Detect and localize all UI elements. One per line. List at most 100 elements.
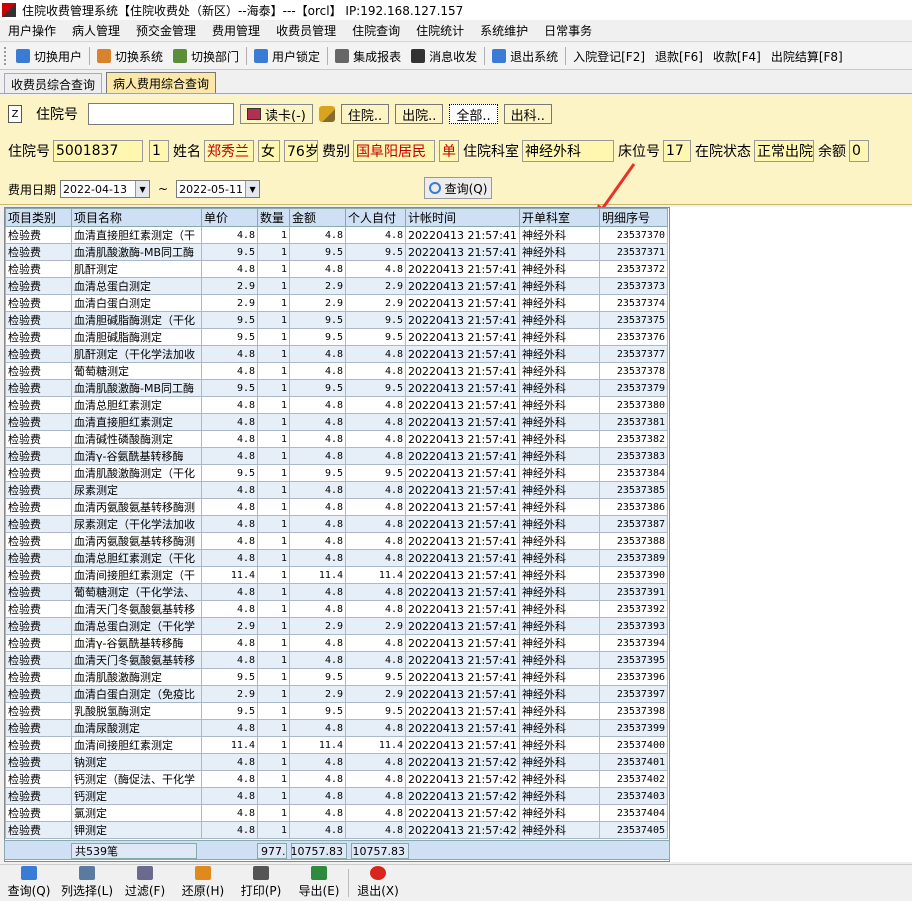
menu-item-7[interactable]: 系统维护 xyxy=(472,22,536,39)
column-header-0[interactable]: 项目类别 xyxy=(5,208,72,227)
table-row[interactable]: 检验费 葡萄糖测定（干化学法、 4.8 1 4.8 4.8 20220413 21:57:4… xyxy=(5,583,668,601)
toolbar-button-6[interactable]: 退出系统 xyxy=(487,45,563,67)
table-row[interactable]: 检验费 血清γ-谷氨酰基转移酶 4.8 1 4.8 4.8 20220413 21:57:4… xyxy=(5,447,668,465)
table-row[interactable]: 检验费 血清间接胆红素测定（干 11.4 1 11.4 11.4 20220413 21:5… xyxy=(5,566,668,584)
table-row[interactable]: 检验费 血清肌酸激酶测定（干化 9.5 1 9.5 9.5 20220413 21:57:4… xyxy=(5,464,668,482)
fee-detail-grid[interactable]: 项目类别 项目名称 单价 数量 金额 个人自付 计帐时间 开单科室 明细序号 检验费 血清直接胆红… xyxy=(4,207,670,862)
table-row[interactable]: 检验费 血清γ-谷氨酰基转移酶 4.8 1 4.8 4.8 20220413 21:57:4… xyxy=(5,634,668,652)
toolbar-button-9[interactable]: 收款[F4] xyxy=(708,45,766,67)
discharged-filter-button[interactable]: 出院.. xyxy=(395,104,444,124)
column-header-2[interactable]: 单价 xyxy=(201,208,258,227)
table-row[interactable]: 检验费 血清天门冬氨酸氨基转移 4.8 1 4.8 4.8 20220413 21:57:4… xyxy=(5,600,668,618)
table-row[interactable]: 检验费 血清肌酸激酶-MB同工酶 9.5 1 9.5 9.5 20220413 21:57:… xyxy=(5,243,668,261)
tab-patient-fee-query[interactable]: 病人费用综合查询 xyxy=(106,72,217,93)
bottom-button-3[interactable]: 还原(H) xyxy=(174,865,232,901)
table-row[interactable]: 检验费 血清胆碱脂酶测定（干化 9.5 1 9.5 9.5 20220413 21:57:4… xyxy=(5,311,668,329)
column-header-5[interactable]: 个人自付 xyxy=(345,208,406,227)
column-header-7[interactable]: 开单科室 xyxy=(519,208,600,227)
menu-item-3[interactable]: 费用管理 xyxy=(204,22,268,39)
inpatient-no-input[interactable] xyxy=(88,103,234,125)
table-row[interactable]: 检验费 血清肌酸激酶测定 9.5 1 9.5 9.5 20220413 21:57:41 神经… xyxy=(5,668,668,686)
column-header-3[interactable]: 数量 xyxy=(257,208,290,227)
table-cell: 4.8 xyxy=(201,430,258,448)
table-row[interactable]: 检验费 肌酐测定（干化学法加收 4.8 1 4.8 4.8 20220413 21:57:4… xyxy=(5,345,668,363)
column-header-6[interactable]: 计帐时间 xyxy=(405,208,520,227)
table-row[interactable]: 检验费 血清胆碱脂酶测定 9.5 1 9.5 9.5 20220413 21:57:41 神经… xyxy=(5,328,668,346)
bottom-button-6[interactable]: 退出(X) xyxy=(349,865,407,901)
chevron-down-icon[interactable]: ▼ xyxy=(135,181,150,197)
table-row[interactable]: 检验费 血清碱性磷酸酶测定 4.8 1 4.8 4.8 20220413 21:57:41 神… xyxy=(5,430,668,448)
column-header-8[interactable]: 明细序号 xyxy=(599,208,668,227)
toolbar-button-1[interactable]: 切换系统 xyxy=(92,45,168,67)
bottom-button-5[interactable]: 导出(E) xyxy=(290,865,348,901)
table-row[interactable]: 检验费 血清丙氨酸氨基转移酶测 4.8 1 4.8 4.8 20220413 21:57:4… xyxy=(5,532,668,550)
table-row[interactable]: 检验费 钾测定 4.8 1 4.8 4.8 20220413 21:57:42 神经外科 235… xyxy=(5,821,668,839)
table-cell: 20220413 21:57:41 xyxy=(405,498,520,516)
table-row[interactable]: 检验费 血清白蛋白测定 2.9 1 2.9 2.9 20220413 21:57:41 神经外… xyxy=(5,294,668,312)
toolbar-button-4[interactable]: 集成报表 xyxy=(330,45,406,67)
table-cell: 检验费 xyxy=(5,583,72,601)
inpatient-filter-button[interactable]: 住院.. xyxy=(340,104,390,124)
table-row[interactable]: 检验费 尿素测定（干化学法加收 4.8 1 4.8 4.8 20220413 21:57:4… xyxy=(5,515,668,533)
bottom-button-4[interactable]: 打印(P) xyxy=(232,865,290,901)
all-filter-button[interactable]: 全部.. xyxy=(449,104,498,124)
toolbar-button-10[interactable]: 出院结算[F8] xyxy=(766,45,848,67)
table-cell: 血清总胆红素测定（干化 xyxy=(71,549,202,567)
column-header-1[interactable]: 项目名称 xyxy=(71,208,202,227)
read-card-button[interactable]: 读卡(-) xyxy=(240,104,313,124)
query-button[interactable]: 查询(Q) xyxy=(424,177,492,199)
menu-item-2[interactable]: 预交金管理 xyxy=(128,22,204,39)
menu-item-5[interactable]: 住院查询 xyxy=(344,22,408,39)
menu-item-6[interactable]: 住院统计 xyxy=(408,22,472,39)
chevron-down-icon[interactable]: ▼ xyxy=(245,181,260,197)
table-row[interactable]: 检验费 尿素测定 4.8 1 4.8 4.8 20220413 21:57:41 神经外科 23… xyxy=(5,481,668,499)
table-row[interactable]: 检验费 血清总蛋白测定 2.9 1 2.9 2.9 20220413 21:57:41 神经外… xyxy=(5,277,668,295)
table-row[interactable]: 检验费 血清天门冬氨酸氨基转移 4.8 1 4.8 4.8 20220413 21:57:4… xyxy=(5,651,668,669)
table-row[interactable]: 检验费 钙测定（酶促法、干化学 4.8 1 4.8 4.8 20220413 21:57:4… xyxy=(5,770,668,788)
table-cell: 1 xyxy=(257,702,290,720)
table-row[interactable]: 检验费 钠测定 4.8 1 4.8 4.8 20220413 21:57:42 神经外科 235… xyxy=(5,753,668,771)
table-row[interactable]: 检验费 血清肌酸激酶-MB同工酶 9.5 1 9.5 9.5 20220413 21:57:… xyxy=(5,379,668,397)
table-row[interactable]: 检验费 血清白蛋白测定（免疫比 2.9 1 2.9 2.9 20220413 21:57:4… xyxy=(5,685,668,703)
table-row[interactable]: 检验费 钙测定 4.8 1 4.8 4.8 20220413 21:57:42 神经外科 235… xyxy=(5,787,668,805)
bottom-button-1[interactable]: 列选择(L) xyxy=(58,865,116,901)
menu-item-1[interactable]: 病人管理 xyxy=(64,22,128,39)
table-row[interactable]: 检验费 血清总胆红素测定 4.8 1 4.8 4.8 20220413 21:57:41 神经… xyxy=(5,396,668,414)
menu-item-4[interactable]: 收费员管理 xyxy=(268,22,344,39)
column-header-4[interactable]: 金额 xyxy=(289,208,346,227)
table-cell: 检验费 xyxy=(5,243,72,261)
date-to-picker[interactable]: 2022-05-11 ▼ xyxy=(176,180,261,198)
date-from-picker[interactable]: 2022-04-13 ▼ xyxy=(60,180,151,198)
table-cell: 检验费 xyxy=(5,770,72,788)
toolbar-button-7[interactable]: 入院登记[F2] xyxy=(568,45,650,67)
table-row[interactable]: 检验费 血清丙氨酸氨基转移酶测 4.8 1 4.8 4.8 20220413 21:57:4… xyxy=(5,498,668,516)
tab-cashier-query[interactable]: 收费员综合查询 xyxy=(4,73,103,93)
table-row[interactable]: 检验费 血清总蛋白测定（干化学 2.9 1 2.9 2.9 20220413 21:57:4… xyxy=(5,617,668,635)
tab-strip: 收费员综合查询 病人费用综合查询 xyxy=(0,72,912,94)
table-row[interactable]: 检验费 血清直接胆红素测定（干 4.8 1 4.8 4.8 20220413 21:57:4… xyxy=(5,226,668,244)
menu-item-0[interactable]: 用户操作 xyxy=(0,22,64,39)
toolbar-button-8[interactable]: 退款[F6] xyxy=(650,45,708,67)
table-row[interactable]: 检验费 血清尿酸测定 4.8 1 4.8 4.8 20220413 21:57:41 神经外科… xyxy=(5,719,668,737)
broom-icon[interactable] xyxy=(318,106,335,122)
table-cell: 1 xyxy=(257,328,290,346)
table-row[interactable]: 检验费 肌酐测定 4.8 1 4.8 4.8 20220413 21:57:41 神经外科 23… xyxy=(5,260,668,278)
toolbar-button-2[interactable]: 切换部门 xyxy=(168,45,244,67)
toolbar-button-0[interactable]: 切换用户 xyxy=(11,45,87,67)
table-row[interactable]: 检验费 血清总胆红素测定（干化 4.8 1 4.8 4.8 20220413 21:57:4… xyxy=(5,549,668,567)
dept-out-filter-button[interactable]: 出科.. xyxy=(503,104,552,124)
table-cell: 2.9 xyxy=(201,277,258,295)
bottom-button-label: 退出(X) xyxy=(357,884,399,898)
table-row[interactable]: 检验费 血清间接胆红素测定 11.4 1 11.4 11.4 20220413 21:57:… xyxy=(5,736,668,754)
table-row[interactable]: 检验费 葡萄糖测定 4.8 1 4.8 4.8 20220413 21:57:41 神经外科 2… xyxy=(5,362,668,380)
table-row[interactable]: 检验费 乳酸脱氢酶测定 9.5 1 9.5 9.5 20220413 21:57:41 神经外… xyxy=(5,702,668,720)
table-row[interactable]: 检验费 氯测定 4.8 1 4.8 4.8 20220413 21:57:42 神经外科 235… xyxy=(5,804,668,822)
toolbar-button-5[interactable]: 消息收发 xyxy=(406,45,482,67)
table-row[interactable]: 检验费 血清直接胆红素测定 4.8 1 4.8 4.8 20220413 21:57:41 神… xyxy=(5,413,668,431)
z-toggle-button[interactable]: Z xyxy=(8,105,22,123)
bottom-button-2[interactable]: 过滤(F) xyxy=(116,865,174,901)
toolbar-button-3[interactable]: 用户锁定 xyxy=(249,45,325,67)
menu-item-8[interactable]: 日常事务 xyxy=(536,22,600,39)
table-cell: 4.8 xyxy=(201,821,258,839)
bottom-button-0[interactable]: 查询(Q) xyxy=(0,865,58,901)
